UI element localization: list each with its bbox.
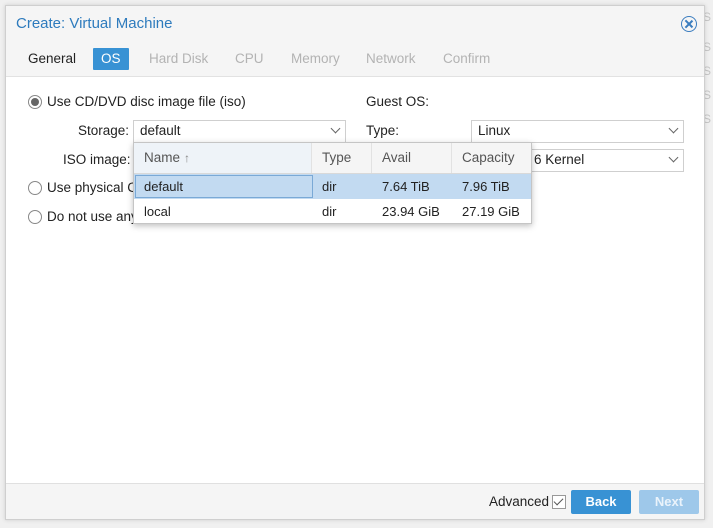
chevron-down-icon[interactable]	[668, 123, 679, 134]
radio-no-media[interactable]	[28, 210, 42, 224]
title-bar: Create: Virtual Machine	[6, 6, 704, 42]
cell-name: default	[144, 179, 184, 194]
storage-dropdown-list: Name ↑ Type Avail Capacity default dir 7.…	[133, 142, 532, 224]
column-name-label: Name	[144, 150, 181, 165]
os-panel: Use CD/DVD disc image file (iso) Storage…	[6, 77, 704, 484]
advanced-checkbox[interactable]	[552, 495, 566, 509]
cell-type: dir	[322, 204, 337, 219]
column-header-type[interactable]: Type	[312, 143, 372, 173]
back-button[interactable]: Back	[571, 490, 631, 514]
radio-use-iso[interactable]	[28, 95, 42, 109]
radio-use-iso-label: Use CD/DVD disc image file (iso)	[47, 94, 246, 109]
storage-label: Storage:	[78, 123, 130, 138]
tab-hard-disk[interactable]: Hard Disk	[141, 48, 216, 70]
cell-avail: 7.64 TiB	[382, 179, 430, 194]
cell-type: dir	[322, 179, 337, 194]
dialog-footer: Advanced Back Next	[6, 483, 704, 519]
guest-os-heading: Guest OS:	[366, 94, 430, 109]
next-button[interactable]: Next	[639, 490, 699, 514]
storage-row-default[interactable]: default dir 7.64 TiB 7.96 TiB	[134, 174, 531, 199]
sort-ascending-icon: ↑	[184, 151, 191, 165]
radio-no-media-label: Do not use any	[47, 209, 138, 224]
create-vm-dialog: Create: Virtual Machine General OS Hard …	[5, 5, 705, 520]
radio-use-physical[interactable]	[28, 181, 42, 195]
tab-memory[interactable]: Memory	[283, 48, 348, 70]
cell-capacity: 7.96 TiB	[462, 179, 510, 194]
type-combobox[interactable]: Linux	[471, 120, 684, 143]
dialog-title: Create: Virtual Machine	[16, 15, 173, 32]
wizard-tabs: General OS Hard Disk CPU Memory Network …	[6, 42, 704, 77]
tab-general[interactable]: General	[20, 48, 84, 70]
advanced-label: Advanced	[489, 494, 550, 509]
version-value: 6 Kernel	[534, 152, 585, 167]
chevron-down-icon[interactable]	[330, 123, 341, 134]
chevron-down-icon[interactable]	[668, 152, 679, 163]
storage-value: default	[140, 123, 181, 138]
radio-use-physical-label: Use physical C	[47, 180, 138, 195]
tab-confirm[interactable]: Confirm	[435, 48, 498, 70]
type-value: Linux	[478, 123, 511, 138]
column-header-capacity[interactable]: Capacity	[452, 143, 531, 173]
cell-name: local	[144, 204, 171, 219]
iso-image-label: ISO image:	[63, 152, 131, 167]
cell-avail: 23.94 GiB	[382, 204, 440, 219]
tab-os[interactable]: OS	[93, 48, 129, 70]
column-header-name[interactable]: Name ↑	[134, 143, 312, 173]
storage-row-local[interactable]: local dir 23.94 GiB 27.19 GiB	[134, 199, 531, 223]
type-label: Type:	[366, 123, 400, 138]
tab-cpu[interactable]: CPU	[227, 48, 272, 70]
cell-capacity: 27.19 GiB	[462, 204, 520, 219]
dropdown-header: Name ↑ Type Avail Capacity	[134, 143, 531, 174]
storage-combobox[interactable]: default	[133, 120, 346, 143]
column-header-avail[interactable]: Avail	[372, 143, 452, 173]
tab-network[interactable]: Network	[358, 48, 424, 70]
close-icon[interactable]	[681, 16, 697, 32]
